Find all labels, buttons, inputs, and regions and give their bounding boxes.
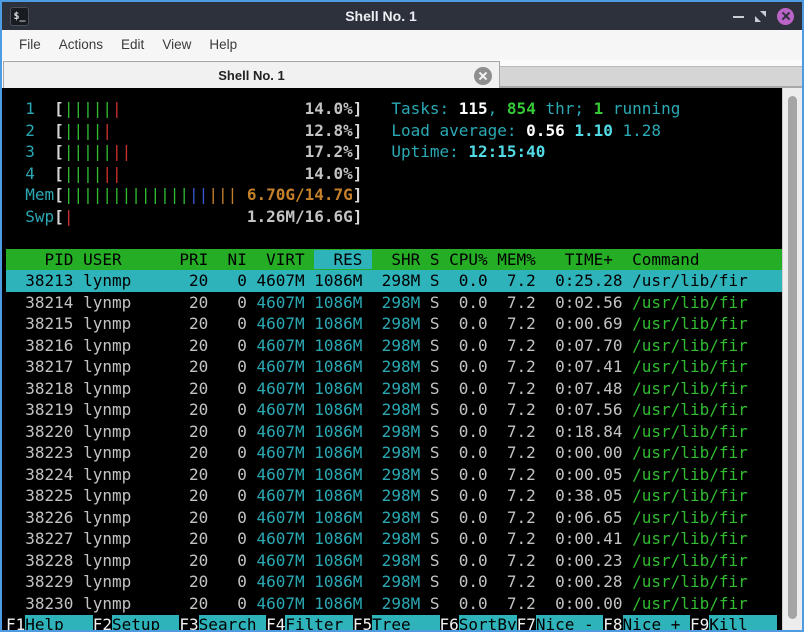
fkey-f1: F1 — [6, 615, 26, 630]
tabbar-empty-area — [500, 66, 802, 88]
menu-item-help[interactable]: Help — [200, 30, 246, 60]
process-row[interactable]: 38225 lynmp 20 0 4607M 1086M 298M S 0.0 … — [6, 485, 782, 507]
process-row-selected[interactable]: 38213 lynmp 20 0 4607M 1086M 298M S 0.0 … — [6, 270, 782, 292]
fkey-label-setup[interactable]: Setup — [111, 615, 180, 630]
table-header[interactable]: PID USER PRI NI VIRT RES SHR S CPU% MEM%… — [6, 248, 782, 270]
menubar: File Actions Edit View Help — [2, 30, 802, 60]
scrollbar-thumb[interactable] — [788, 96, 797, 619]
process-row[interactable]: 38226 lynmp 20 0 4607M 1086M 298M S 0.0 … — [6, 507, 782, 529]
menu-item-file[interactable]: File — [10, 30, 50, 60]
fkey-label-help[interactable]: Help — [25, 615, 93, 630]
process-row[interactable]: 38230 lynmp 20 0 4607M 1086M 298M S 0.0 … — [6, 593, 782, 615]
fkey-label-sortby[interactable]: SortBy — [458, 615, 517, 630]
fkey-f8: F8 — [603, 615, 623, 630]
fkey-f6: F6 — [439, 615, 459, 630]
tasks-info: Tasks: 115, 854 thr; 1 running — [391, 99, 681, 118]
process-row[interactable]: 38218 lynmp 20 0 4607M 1086M 298M S 0.0 … — [6, 378, 782, 400]
process-row[interactable]: 38223 lynmp 20 0 4607M 1086M 298M S 0.0 … — [6, 442, 782, 464]
process-row[interactable]: 38224 lynmp 20 0 4607M 1086M 298M S 0.0 … — [6, 464, 782, 486]
process-row[interactable]: 38215 lynmp 20 0 4607M 1086M 298M S 0.0 … — [6, 313, 782, 335]
fkey-label-filter[interactable]: Filter — [285, 615, 353, 630]
terminal-window: $_ Shell No. 1 File Actions Edit View Help S… — [0, 0, 804, 632]
tab-close-icon[interactable] — [474, 66, 492, 85]
sort-column-res[interactable]: RES — [314, 249, 373, 269]
scrollbar[interactable] — [782, 88, 802, 630]
titlebar: $_ Shell No. 1 — [2, 2, 802, 30]
fkey-f5: F5 — [352, 615, 373, 630]
terminal-icon: $_ — [10, 6, 29, 26]
uptime-info: Uptime: 12:15:40 — [391, 142, 546, 161]
fkey-f4: F4 — [266, 615, 286, 630]
process-row[interactable]: 38227 lynmp 20 0 4607M 1086M 298M S 0.0 … — [6, 528, 782, 550]
menu-item-edit[interactable]: Edit — [112, 30, 153, 60]
terminal-screen[interactable]: 1 [|||||| 14.0%] Tasks: 115, 854 thr; 1 ru… — [2, 88, 802, 630]
swp-meter: Swp[| 1.26M/16.6G] — [6, 206, 363, 226]
process-row[interactable]: 38214 lynmp 20 0 4607M 1086M 298M S 0.0 … — [6, 292, 782, 314]
cpu-meter-2: 2 [||||| 12.8%] Load average: 0.56 1.10 1.… — [6, 120, 662, 140]
process-row[interactable]: 38228 lynmp 20 0 4607M 1086M 298M S 0.0 … — [6, 550, 782, 572]
fkey-label-kill[interactable]: Kill — [709, 615, 777, 630]
process-row[interactable]: 38219 lynmp 20 0 4607M 1086M 298M S 0.0 … — [6, 399, 782, 421]
process-row[interactable]: 38216 lynmp 20 0 4607M 1086M 298M S 0.0 … — [6, 335, 782, 357]
window-title: Shell No. 1 — [345, 8, 417, 24]
load-average-info: Load average: 0.56 1.10 1.28 — [391, 120, 662, 140]
fkey-label-nice-[interactable]: Nice - — [535, 615, 604, 630]
fkey-label-nice+[interactable]: Nice + — [622, 615, 690, 630]
cpu-meter-1: 1 [|||||| 14.0%] Tasks: 115, 854 thr; 1 ru… — [6, 99, 681, 118]
tab-label: Shell No. 1 — [218, 67, 285, 83]
tabbar: Shell No. 1 — [2, 60, 802, 88]
process-row[interactable]: 38220 lynmp 20 0 4607M 1086M 298M S 0.0 … — [6, 421, 782, 443]
fkey-f7: F7 — [516, 615, 536, 630]
process-row[interactable]: 38217 lynmp 20 0 4607M 1086M 298M S 0.0 … — [6, 356, 782, 378]
close-icon[interactable] — [777, 7, 794, 25]
fkey-f2: F2 — [92, 615, 112, 630]
minimize-icon[interactable] — [733, 10, 744, 23]
fkey-label-search[interactable]: Search — [198, 615, 267, 630]
fkey-label-tree[interactable]: Tree — [372, 615, 440, 630]
mem-meter: Mem[|||||||||||||||||| 6.70G/14.7G] — [6, 185, 363, 204]
menu-item-actions[interactable]: Actions — [50, 30, 112, 60]
restore-icon[interactable] — [754, 10, 767, 23]
fkey-f3: F3 — [179, 615, 199, 630]
cpu-meter-3: 3 [||||||| 17.2%] Uptime: 12:15:40 — [6, 142, 546, 161]
cpu-meter-4: 4 [|||||| 14.0%] — [6, 163, 363, 183]
tab-shell[interactable]: Shell No. 1 — [3, 61, 500, 88]
process-row[interactable]: 38229 lynmp 20 0 4607M 1086M 298M S 0.0 … — [6, 571, 782, 593]
function-key-bar: F1Help F2Setup F3Search F4Filter F5Tree … — [6, 614, 782, 630]
fkey-f9: F9 — [689, 615, 710, 630]
menu-item-view[interactable]: View — [153, 30, 200, 60]
